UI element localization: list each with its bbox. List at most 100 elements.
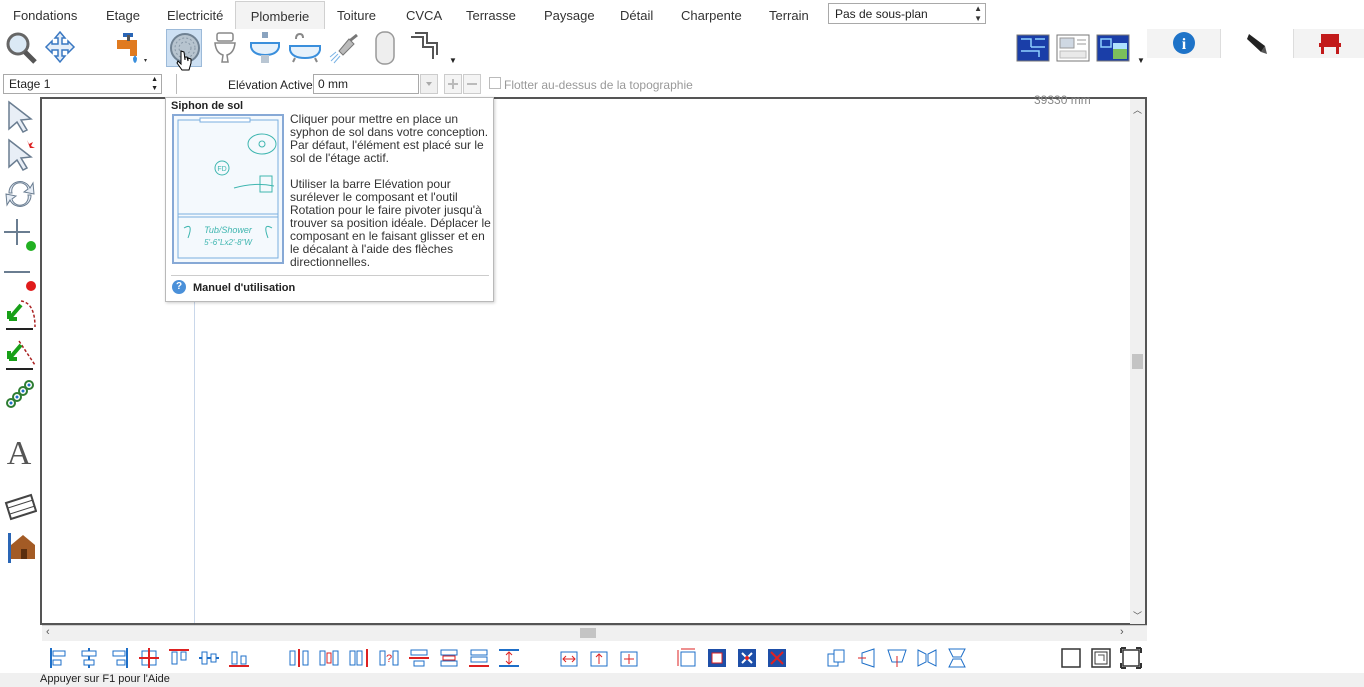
house-view-tool[interactable] [3,529,37,563]
tab-info[interactable]: i [1147,29,1219,58]
align-middle-icon [199,651,219,665]
flip-down-button[interactable] [886,647,908,669]
tab-terrasse[interactable]: Terrasse [466,0,516,29]
select-spot-tool[interactable] [3,137,37,171]
pipe-tool[interactable] [407,29,453,67]
distribute-h3-button[interactable] [348,647,370,669]
scroll-up-icon[interactable]: ︿ [1133,103,1142,116]
center-both-button[interactable] [138,647,160,669]
frame-image-icon [1091,648,1111,668]
zoom-tool[interactable] [2,29,38,67]
tab-plomberie[interactable]: Plomberie [235,1,325,30]
elevation-input[interactable]: 0 mm [313,74,419,94]
vertical-scroll-thumb[interactable] [1132,354,1143,369]
tooltip-description: Cliquer pour mettre en place un syphon d… [290,113,492,282]
flip-left-button[interactable] [856,647,878,669]
align-right-button[interactable] [108,647,130,669]
add-point-icon [4,219,36,251]
scroll-left-icon[interactable]: ‹ [46,626,50,638]
trim-tool[interactable] [3,337,37,371]
pan-tool[interactable] [42,29,78,67]
user-manual-link[interactable]: Manuel d'utilisation [193,282,295,294]
tab-etage[interactable]: Etage [106,0,140,29]
stretch-both-icon [620,651,638,667]
align-top-button[interactable] [168,647,190,669]
tab-toiture[interactable]: Toiture [337,0,376,29]
frame-plain-button[interactable] [1060,647,1082,669]
views-dropdown-icon[interactable]: ▼ [1137,56,1145,65]
scroll-down-icon[interactable]: ﹀ [1133,609,1142,622]
chain-tool[interactable] [3,377,37,411]
more-dropdown-icon[interactable]: ▼ [449,56,457,65]
3d-view-button[interactable] [1095,29,1131,67]
join-walls-tool[interactable] [3,297,37,331]
subplan-select[interactable]: Pas de sous-plan ▲ ▼ [828,3,986,24]
floor-select[interactable]: Etage 1 ▲ ▼ [3,74,162,94]
vertical-scrollbar[interactable]: ︿ ﹀ [1130,99,1145,624]
resize-button[interactable] [676,647,698,669]
toilet-tool[interactable] [207,29,243,67]
add-point-tool[interactable] [3,217,37,251]
align-left-button[interactable] [48,647,70,669]
layout-view-button[interactable] [1055,29,1091,67]
space-question-button[interactable]: ? [378,647,400,669]
float-topography-checkbox[interactable] [489,77,501,89]
stack-bottom-button[interactable] [468,647,490,669]
flip-vertical-button[interactable] [946,647,968,669]
elevation-increase-button[interactable] [444,74,462,94]
frame-corners-button[interactable] [1120,647,1142,669]
elevation-dropdown-button[interactable] [420,74,438,94]
preview-fd-label: FD [217,166,226,173]
tab-terrain[interactable]: Terrain [769,0,809,29]
water-heater-tool[interactable] [367,29,403,67]
rotate-tool[interactable] [3,177,37,211]
distribute-h2-button[interactable] [318,647,340,669]
copy-button[interactable] [826,647,848,669]
frame-image-button[interactable] [1090,647,1112,669]
stretch-v-button[interactable] [588,647,610,669]
tab-charpente[interactable]: Charpente [681,0,742,29]
ribbon-tab-bar: Fondations Etage Electricité Plomberie T… [0,0,1364,30]
plan-view-button[interactable] [1015,29,1051,67]
delete-point-tool[interactable] [3,257,37,291]
tab-fondations[interactable]: Fondations [13,0,77,29]
camera-tool[interactable] [3,491,38,525]
stretch-both-button[interactable] [618,647,640,669]
toolbar-divider [176,74,177,94]
horizontal-scroll-thumb[interactable] [580,628,596,638]
shower-head-icon [329,33,358,64]
svg-text:?: ? [386,653,392,665]
svg-text:i: i [1182,36,1187,53]
bathtub-icon [289,32,321,63]
right-panel-tabs: i [1147,29,1364,58]
elevation-decrease-button[interactable] [463,74,481,94]
flip-both-button[interactable] [916,647,938,669]
subplan-value: Pas de sous-plan [835,7,928,21]
text-tool[interactable]: A [3,434,37,478]
stretch-h-button[interactable] [558,647,580,669]
tab-furniture[interactable] [1293,29,1364,58]
tab-style-pen[interactable] [1220,29,1293,58]
expand-button[interactable] [736,647,758,669]
align-middle-button[interactable] [198,647,220,669]
stack-top-button[interactable] [408,647,430,669]
stack-middle-button[interactable] [438,647,460,669]
tab-detail[interactable]: Détail [620,0,653,29]
sink-tool[interactable] [247,29,283,67]
shower-tool[interactable] [327,29,363,67]
faucet-tool[interactable] [112,29,148,67]
horizontal-scrollbar[interactable]: ‹ › [42,625,1147,641]
help-question-icon[interactable]: ? [172,280,186,294]
space-vertical-button[interactable] [498,647,520,669]
tab-paysage[interactable]: Paysage [544,0,595,29]
fit-center-button[interactable] [706,647,728,669]
distribute-h1-button[interactable] [288,647,310,669]
contract-button[interactable] [766,647,788,669]
tab-electricite[interactable]: Electricité [167,0,223,29]
tab-cvca[interactable]: CVCA [406,0,442,29]
bathtub-tool[interactable] [287,29,323,67]
align-center-v-button[interactable] [78,647,100,669]
select-tool[interactable] [3,99,37,133]
scroll-right-icon[interactable]: › [1120,626,1124,638]
align-bottom-button[interactable] [228,647,250,669]
